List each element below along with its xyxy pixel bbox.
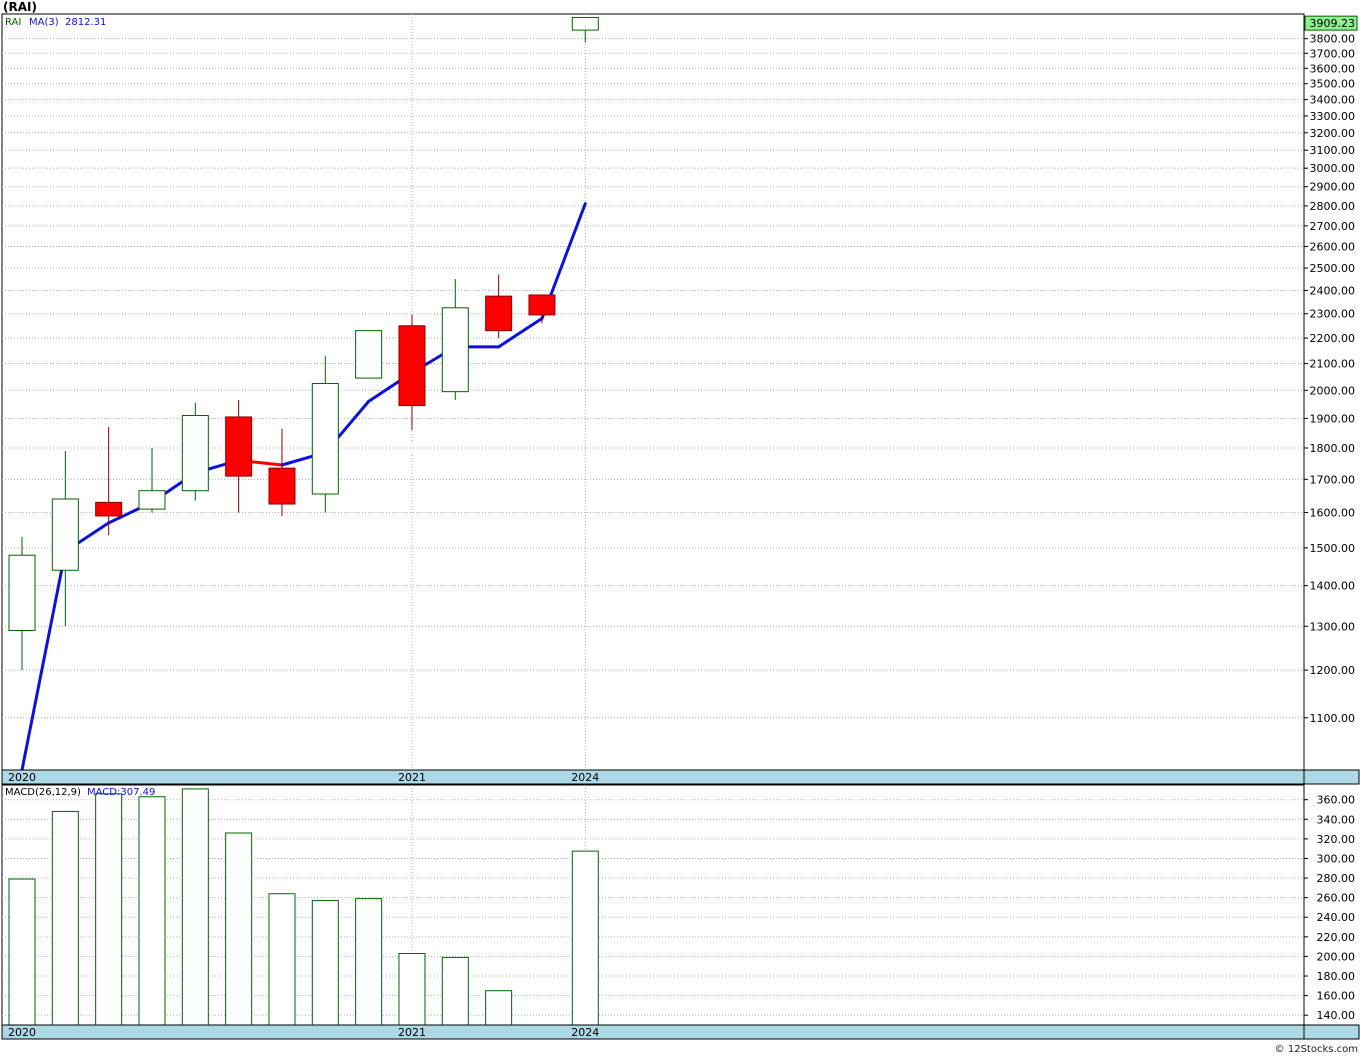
price-tick-label: 1300.00 <box>1310 620 1356 633</box>
macd-tick-label: 180.00 <box>1317 970 1356 983</box>
price-tick-label: 2300.00 <box>1310 308 1356 321</box>
price-tick-label: 3100.00 <box>1310 144 1356 157</box>
macd-bar <box>225 832 253 1026</box>
price-tick-label: 3400.00 <box>1310 94 1356 107</box>
macd-tick-label: 280.00 <box>1317 872 1356 885</box>
macd-bar <box>138 796 166 1026</box>
price-tick-label: 2400.00 <box>1310 284 1356 297</box>
candle-body-down <box>485 295 513 332</box>
price-tick-label: 3600.00 <box>1310 62 1356 75</box>
macd-bar <box>311 900 339 1026</box>
macd-legend-label: MACD(26,12,9) <box>5 787 81 798</box>
price-tick-label: 1400.00 <box>1310 580 1356 593</box>
macd-tick-label: 200.00 <box>1317 950 1356 963</box>
macd-bar <box>355 898 383 1026</box>
price-tick-label: 3300.00 <box>1310 110 1356 123</box>
candle-body-up <box>441 307 469 393</box>
candle-body-down <box>95 501 123 517</box>
price-tick-label: 1600.00 <box>1310 507 1356 520</box>
price-tick-label: 1700.00 <box>1310 473 1356 486</box>
price-tick-label: 3500.00 <box>1310 78 1356 91</box>
macd-tick-label: 320.00 <box>1317 833 1356 846</box>
candle-body-up <box>355 330 383 379</box>
price-tick-label: 3200.00 <box>1310 127 1356 140</box>
price-tick-label: 1900.00 <box>1310 412 1356 425</box>
macd-tick-label: 140.00 <box>1317 1009 1356 1022</box>
price-tick-label: 2800.00 <box>1310 200 1356 213</box>
macd-bar <box>51 810 79 1026</box>
price-tick-label: 3700.00 <box>1310 47 1356 60</box>
price-tick-label: 2600.00 <box>1310 241 1356 254</box>
price-x-label: 2024 <box>571 771 599 784</box>
candle-body-down <box>268 467 296 505</box>
price-panel-frame <box>1 13 1305 771</box>
macd-tick-label: 300.00 <box>1317 852 1356 865</box>
candle-body-up <box>51 498 79 571</box>
price-legend-ma-value: 2812.31 <box>65 17 106 28</box>
candle-body-up <box>181 415 209 492</box>
candle-body-up <box>311 382 339 495</box>
price-tick-label: 1200.00 <box>1310 664 1356 677</box>
price-tick-label: 2900.00 <box>1310 181 1356 194</box>
last-price-label: 3909.23 <box>1310 17 1356 30</box>
macd-legend-value: MACD:307.49 <box>87 787 155 798</box>
candle-body-down <box>398 325 426 407</box>
macd-tick-label: 220.00 <box>1317 931 1356 944</box>
macd-bar <box>398 952 426 1026</box>
macd-bar <box>268 893 296 1026</box>
price-x-label: 2020 <box>8 771 36 784</box>
price-tick-label: 3800.00 <box>1310 33 1356 46</box>
macd-tick-label: 160.00 <box>1317 990 1356 1003</box>
macd-date-band <box>1 1024 1305 1040</box>
stock-chart: 1100.00 1200.00 1300.00 1400.00 1500.00 1600.… <box>1 13 1360 1040</box>
price-tick-label: 3000.00 <box>1310 162 1356 175</box>
price-legend-ma-label: MA(3) <box>29 17 59 28</box>
macd-date-band-right <box>1303 1024 1360 1040</box>
price-tick-label: 1800.00 <box>1310 442 1356 455</box>
price-tick-label: 2200.00 <box>1310 332 1356 345</box>
candle-body-down <box>528 294 556 316</box>
candle-body-up <box>8 554 36 632</box>
macd-x-label: 2024 <box>571 1026 599 1039</box>
macd-tick-label: 240.00 <box>1317 911 1356 924</box>
macd-bar <box>181 788 209 1026</box>
price-tick-label: 2700.00 <box>1310 220 1356 233</box>
price-tick-label: 2100.00 <box>1310 358 1356 371</box>
price-legend-symbol: RAI <box>5 17 21 28</box>
macd-tick-label: 260.00 <box>1317 892 1356 905</box>
candle-body-up <box>571 16 599 31</box>
candle-body-up <box>138 490 166 510</box>
price-tick-label: 2500.00 <box>1310 262 1356 275</box>
price-date-band-right <box>1303 769 1360 785</box>
price-tick-label: 2000.00 <box>1310 384 1356 397</box>
macd-bar <box>8 878 36 1026</box>
price-tick-label: 1100.00 <box>1310 712 1356 725</box>
macd-tick-label: 360.00 <box>1317 794 1356 807</box>
price-tick-label: 1500.00 <box>1310 542 1356 555</box>
macd-bar <box>95 793 123 1026</box>
macd-x-label: 2021 <box>398 1026 426 1039</box>
macd-bar <box>485 990 513 1026</box>
footer-credit: © 12Stocks.com <box>1274 1044 1358 1055</box>
price-date-band <box>1 769 1305 785</box>
macd-x-label: 2020 <box>8 1026 36 1039</box>
candle-body-down <box>225 416 253 477</box>
price-x-label: 2021 <box>398 771 426 784</box>
macd-bar <box>441 956 469 1026</box>
macd-bar <box>571 850 599 1026</box>
macd-tick-label: 340.00 <box>1317 813 1356 826</box>
